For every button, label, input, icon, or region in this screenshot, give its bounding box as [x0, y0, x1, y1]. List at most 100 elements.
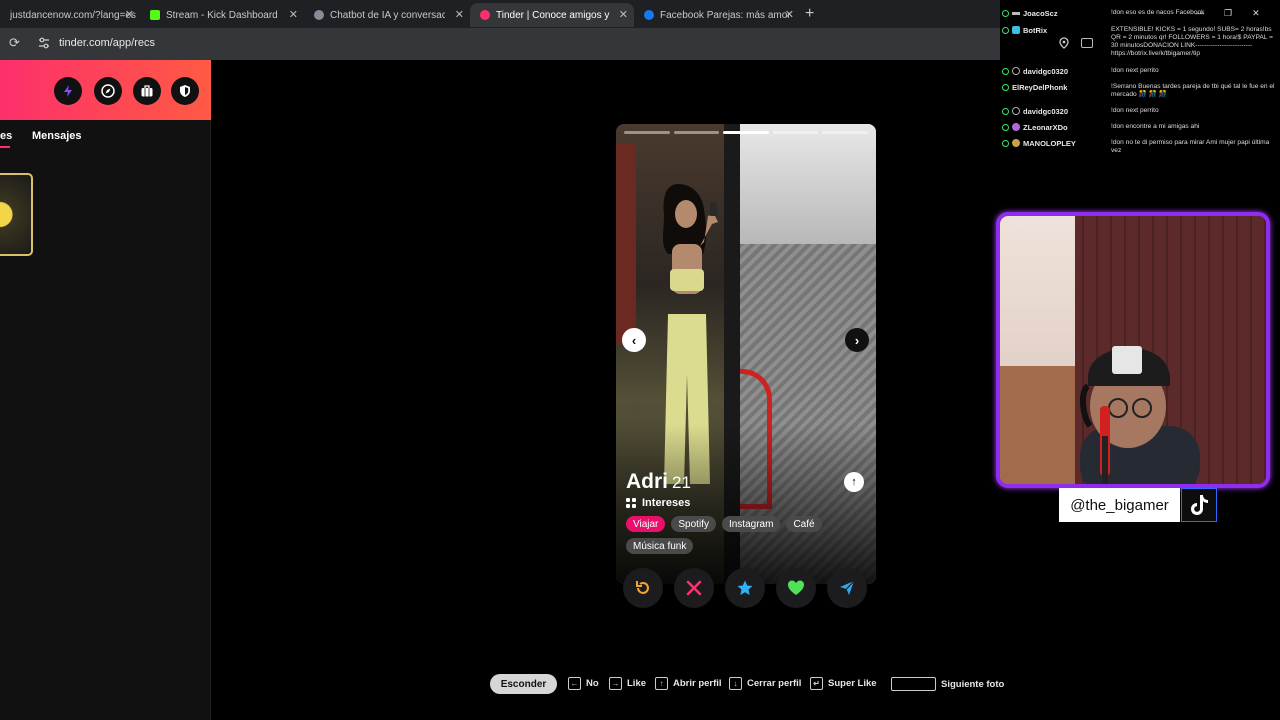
tab-title: Stream - Kick Dashboard	[166, 9, 278, 21]
interest-chip: Instagram	[721, 516, 781, 532]
status-dot-icon	[1002, 68, 1009, 75]
shortcut-label: No	[586, 678, 599, 689]
chat-text: !don no te di permiso para mirar Ami muj…	[1111, 139, 1270, 154]
left-arrow-key-icon: ←	[568, 677, 581, 690]
interest-chip: Música funk	[626, 538, 694, 554]
chat-text: !Serrano Buenas tardes pareja de tbi qué…	[1111, 83, 1275, 98]
interests-icon	[626, 498, 636, 508]
photo-progress-segment[interactable]	[624, 131, 670, 134]
browser-tab-bar: justdancenow.com/?lang=es ✕ Stream - Kic…	[0, 0, 1000, 28]
shortcut-label: Cerrar perfil	[747, 678, 802, 689]
new-tab-icon[interactable]: +	[805, 5, 814, 23]
close-icon[interactable]: ✕	[785, 8, 794, 21]
close-icon[interactable]: ✕	[289, 8, 298, 21]
tab-justdance[interactable]: justdancenow.com/?lang=es ✕	[0, 3, 140, 27]
url-input[interactable]: tinder.com/app/recs	[59, 37, 155, 49]
boost-button[interactable]	[54, 77, 82, 105]
chat-username: BotRix	[1023, 26, 1048, 35]
facebook-icon	[644, 10, 654, 20]
enter-key-icon: ↵	[810, 677, 823, 690]
star-icon	[737, 580, 753, 595]
tab-title: Tinder | Conoce amigos y gente	[496, 9, 611, 21]
up-arrow-key-icon: ↑	[655, 677, 668, 690]
chat-username: ZLeonarXDo	[1023, 123, 1068, 132]
likes-you-card[interactable]	[0, 173, 33, 256]
like-button[interactable]	[776, 568, 816, 608]
shortcut-super-like: ↵ Super Like	[810, 677, 877, 690]
compass-icon	[101, 84, 115, 98]
explore-button[interactable]	[94, 77, 122, 105]
status-dot-icon	[1002, 124, 1009, 131]
shortcut-label: Super Like	[828, 678, 877, 689]
user-icon	[1012, 107, 1020, 115]
address-bar: ⟳ tinder.com/app/recs	[0, 28, 1000, 60]
tab-facebook-parejas[interactable]: Facebook Parejas: más amor ✕	[634, 3, 800, 27]
profile-card[interactable]: ‹ › Adri 21 ↑ Intereses Viajar Spotify In…	[616, 124, 876, 584]
tab-matches[interactable]: es	[0, 130, 12, 142]
close-icon[interactable]: ✕	[125, 8, 134, 21]
badge-icon	[1012, 12, 1020, 15]
tab-messages[interactable]: Mensajes	[32, 130, 82, 142]
photo-progress-segment[interactable]	[723, 131, 769, 134]
user-icon	[1012, 67, 1020, 75]
hide-shortcuts-button[interactable]: Esconder	[490, 674, 557, 694]
safety-button[interactable]	[171, 77, 199, 105]
tab-chatbot[interactable]: Chatbot de IA y conversaciones ✕	[304, 3, 470, 27]
close-icon[interactable]: ✕	[455, 8, 464, 21]
tab-title: justdancenow.com/?lang=es	[10, 9, 136, 21]
shortcut-close-profile: ↓ Cerrar perfil	[729, 677, 801, 690]
lightning-icon	[64, 85, 72, 97]
boost-send-button[interactable]	[827, 568, 867, 608]
minimize-icon[interactable]: —	[1195, 8, 1204, 19]
next-photo-button[interactable]: ›	[845, 328, 869, 352]
stream-chat-overlay: JoacoScz !don eso es de nacos Facebook B…	[1000, 6, 1280, 166]
tab-kick-dashboard[interactable]: Stream - Kick Dashboard ✕	[140, 3, 304, 27]
site-settings-icon[interactable]	[38, 37, 50, 49]
status-dot-icon	[1002, 84, 1009, 91]
close-icon[interactable]: ✕	[619, 8, 628, 21]
shortcut-next-photo: Siguiente foto	[891, 677, 1004, 691]
reload-icon[interactable]: ⟳	[9, 35, 20, 51]
close-icon[interactable]: ✕	[1252, 8, 1260, 19]
shortcut-label: Abrir perfil	[673, 678, 722, 689]
photo-progress-segment[interactable]	[772, 131, 819, 134]
chat-message: davidgc0320 !don next perrito	[1002, 107, 1280, 116]
chat-username: MANOLOPLEY	[1023, 139, 1076, 148]
tab-tinder[interactable]: Tinder | Conoce amigos y gente ✕	[470, 3, 634, 27]
previous-photo-button[interactable]: ‹	[622, 328, 646, 352]
rewind-button[interactable]	[623, 568, 663, 608]
tiktok-logo	[1191, 495, 1208, 515]
photo-sky	[740, 124, 876, 244]
kick-icon	[150, 10, 160, 20]
tiktok-icon	[1181, 488, 1217, 522]
subscriber-badge-icon	[1012, 123, 1020, 131]
shop-button[interactable]	[133, 77, 161, 105]
sidebar-header	[0, 60, 211, 120]
gift-badge-icon	[1012, 139, 1020, 147]
chat-username: JoacoScz	[1023, 9, 1058, 18]
tinder-flame-icon	[480, 10, 490, 20]
photo-progress-segment[interactable]	[822, 131, 868, 134]
shield-icon	[180, 85, 190, 97]
rewind-icon	[636, 581, 649, 594]
send-icon	[840, 580, 855, 595]
photo-progress-segment[interactable]	[673, 131, 720, 134]
nope-button[interactable]	[674, 568, 714, 608]
tinder-sidebar: es Mensajes	[0, 60, 211, 720]
webcam-frame	[996, 212, 1270, 488]
status-dot-icon	[1002, 108, 1009, 115]
window-controls: — ❐ ✕	[1195, 8, 1260, 19]
keyboard-shortcuts-bar: Esconder ← No → Like ↑ Abrir perfil ↓ Cerrar…	[0, 674, 1100, 694]
right-arrow-key-icon: →	[609, 677, 622, 690]
super-like-button[interactable]	[725, 568, 765, 608]
restore-icon[interactable]: ❐	[1224, 8, 1232, 19]
profile-name-row: Adri 21	[626, 470, 691, 494]
chat-text: !don encontre a mi amigas ahi	[1111, 123, 1200, 130]
shortcut-open-profile: ↑ Abrir perfil	[655, 677, 722, 690]
photo-door	[616, 144, 636, 344]
open-profile-button[interactable]: ↑	[844, 472, 864, 492]
shortcut-no: ← No	[568, 677, 599, 690]
chat-text: !don next perrito	[1111, 67, 1159, 74]
chat-message: davidgc0320 !don next perrito	[1002, 67, 1280, 76]
chat-text: !don next perrito	[1111, 107, 1159, 114]
